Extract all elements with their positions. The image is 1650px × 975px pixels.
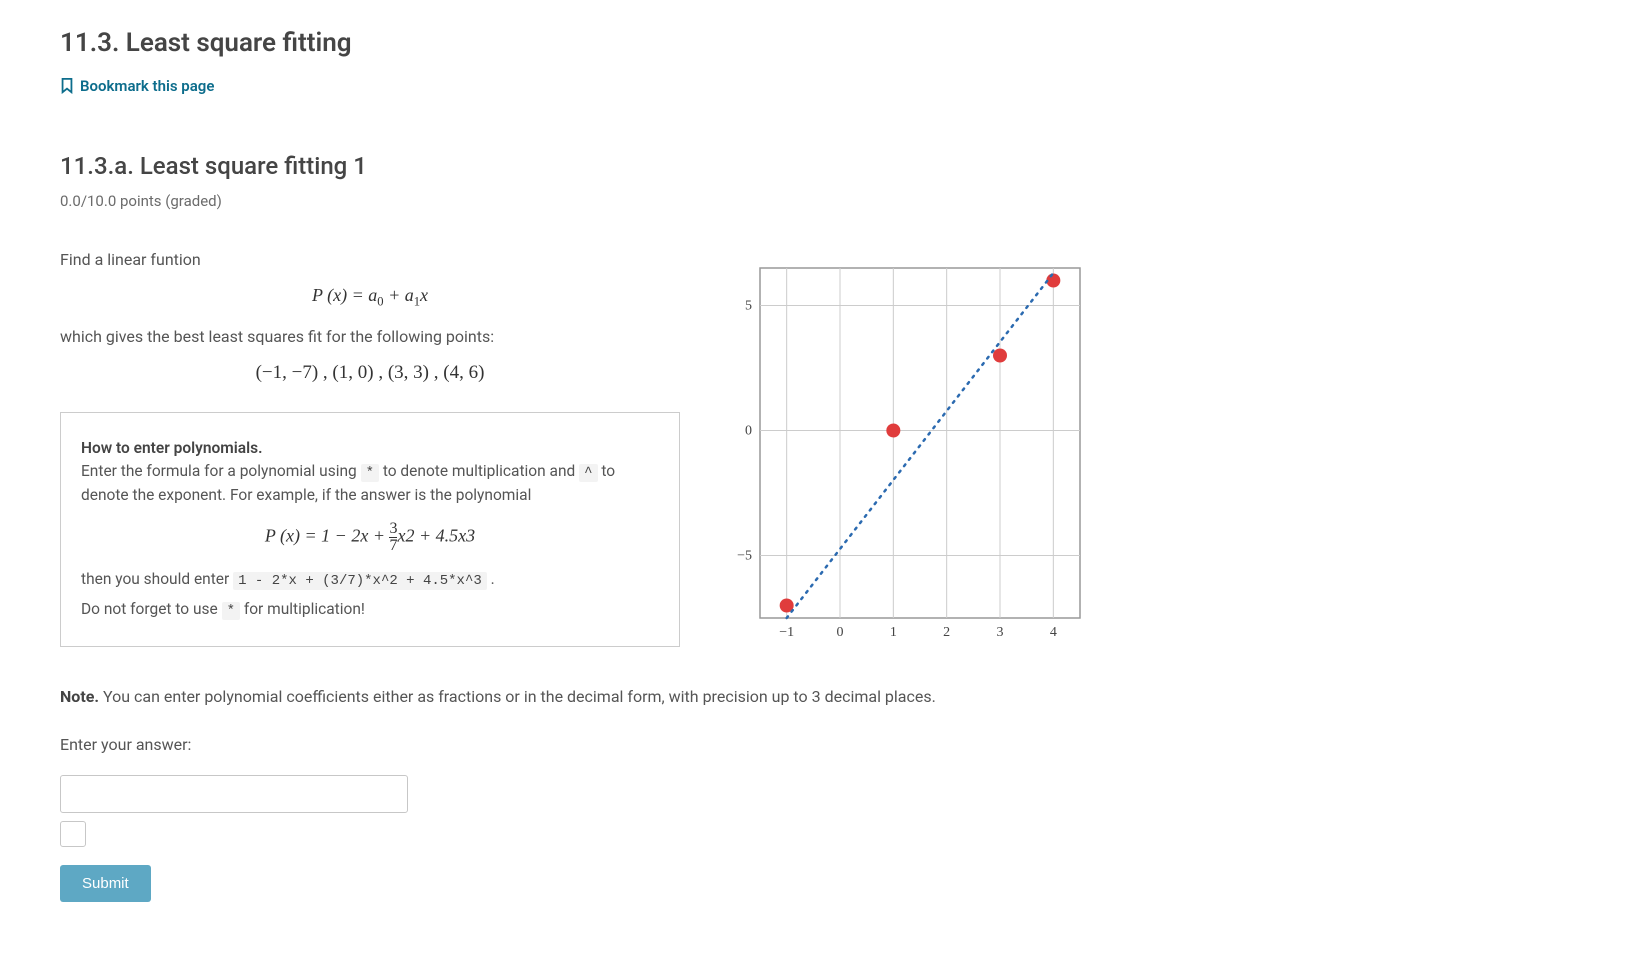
note-label: Note. [60, 687, 99, 706]
hint-line3-post: for multiplication! [240, 600, 365, 618]
bookmark-label: Bookmark this page [80, 75, 214, 98]
note-text: You can enter polynomial coefficients ei… [99, 687, 936, 706]
problem-title: 11.3.a. Least square fitting 1 [60, 148, 1160, 184]
hint-formula: P (x) = 1 − 2x + 37x2 + 4.5x3 [81, 521, 659, 554]
prompt-intro: Find a linear funtion [60, 248, 680, 272]
hint-line1-mid: to denote multiplication and [379, 462, 579, 480]
svg-text:0: 0 [837, 625, 844, 640]
hint-line2-pre: then you should enter [81, 570, 233, 588]
submit-button[interactable]: Submit [60, 865, 151, 902]
code-star2: * [222, 602, 240, 620]
code-example: 1 - 2*x + (3/7)*x^2 + 4.5*x^3 [233, 572, 487, 590]
hint-title: How to enter polynomials. [81, 439, 263, 457]
bookmark-link[interactable]: Bookmark this page [60, 75, 214, 98]
page-title: 11.3. Least square fitting [60, 24, 1160, 63]
code-star: * [361, 464, 379, 482]
svg-text:3: 3 [997, 625, 1004, 640]
prompt-mid: which gives the best least squares fit f… [60, 325, 680, 349]
code-caret: ^ [579, 464, 597, 482]
svg-text:−1: −1 [779, 625, 794, 640]
data-points-list: (−1, −7) , (1, 0) , (3, 3) , (4, 6) [60, 359, 680, 388]
hint-line2-post: . [487, 570, 495, 588]
hint-line3-pre: Do not forget to use [81, 600, 222, 618]
svg-text:5: 5 [745, 299, 752, 314]
svg-text:0: 0 [745, 424, 752, 439]
chart-container: −1 0 1 2 3 4 −5 0 5 [720, 248, 1090, 655]
points-status: 0.0/10.0 points (graded) [60, 190, 1160, 213]
svg-text:1: 1 [890, 625, 897, 640]
hint-line1-pre: Enter the formula for a polynomial using [81, 462, 361, 480]
bookmark-icon [60, 78, 74, 94]
answer-label: Enter your answer: [60, 733, 1160, 757]
svg-text:2: 2 [943, 625, 950, 640]
note-row: Note. You can enter polynomial coefficie… [60, 685, 1160, 709]
formula-main: P (x) = a0 + a1x [60, 282, 680, 311]
hint-box: How to enter polynomials. Enter the form… [60, 412, 680, 648]
status-box [60, 821, 86, 847]
svg-text:4: 4 [1050, 625, 1057, 640]
svg-text:−5: −5 [737, 549, 752, 564]
scatter-chart: −1 0 1 2 3 4 −5 0 5 [720, 258, 1090, 648]
answer-input[interactable] [60, 775, 408, 813]
